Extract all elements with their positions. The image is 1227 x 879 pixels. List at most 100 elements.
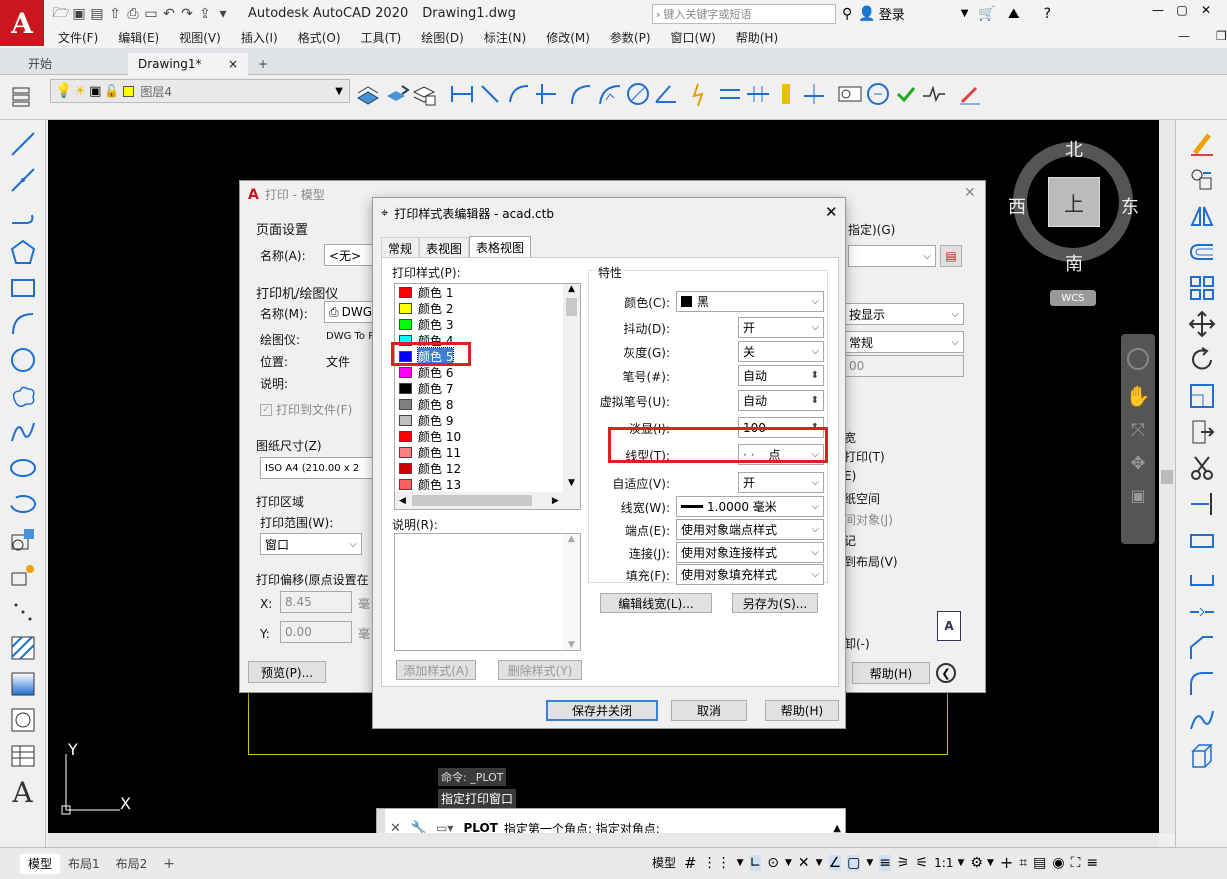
tab-start[interactable]: 开始 bbox=[18, 53, 128, 75]
viewcube-west[interactable]: 西 bbox=[1008, 193, 1026, 219]
quality-combo[interactable]: 常规 ⌵ bbox=[844, 331, 964, 353]
diameter-dim-icon[interactable] bbox=[624, 79, 652, 109]
polygon-icon[interactable] bbox=[5, 234, 41, 270]
menu-item-7[interactable]: 标注(N) bbox=[484, 29, 526, 46]
doc-minimize-icon[interactable]: — bbox=[1178, 29, 1196, 43]
doc-restore-icon[interactable]: ❐ bbox=[1216, 29, 1227, 43]
mirror-icon[interactable] bbox=[1184, 198, 1220, 234]
baseline-dim-icon[interactable] bbox=[716, 79, 744, 109]
right-spec-combo[interactable]: ⌵ bbox=[848, 245, 936, 267]
menu-item-11[interactable]: 帮助(H) bbox=[736, 29, 778, 46]
plot-styles-list[interactable]: 颜色 1 颜色 2 颜色 3 颜色 4 颜色 5 颜色 6 颜色 7 颜色 8 颜色 9 颜色 1… bbox=[394, 283, 581, 510]
tab-close-icon[interactable]: × bbox=[228, 57, 238, 71]
quick-properties-icon[interactable]: ▤ bbox=[1033, 855, 1046, 871]
preview-button[interactable]: 预览(P)... bbox=[248, 661, 326, 683]
snap-dropdown-icon[interactable]: ▼ bbox=[737, 858, 744, 868]
ellipse-icon[interactable] bbox=[5, 450, 41, 486]
scroll-right-icon[interactable]: ▶ bbox=[552, 496, 559, 506]
fillet-icon[interactable] bbox=[1184, 666, 1220, 702]
edit-lineweight-button[interactable]: 编辑线宽(L)... bbox=[600, 593, 712, 613]
break-at-point-icon[interactable] bbox=[1184, 522, 1220, 558]
display-combo[interactable]: 按显示 ⌵ bbox=[844, 303, 964, 325]
undo-icon[interactable]: ↶ bbox=[160, 5, 178, 23]
point-icon[interactable] bbox=[5, 594, 41, 630]
close-icon[interactable]: ✕ bbox=[1194, 3, 1218, 17]
region-icon[interactable] bbox=[5, 702, 41, 738]
break-icon[interactable] bbox=[1184, 558, 1220, 594]
annotation-monitor-icon[interactable]: + bbox=[1000, 853, 1013, 872]
scroll-up-icon[interactable]: ▲ bbox=[563, 284, 580, 298]
desc-scroll-up-icon[interactable]: ▲ bbox=[563, 534, 580, 544]
chevron-down-icon[interactable]: ⌵ bbox=[811, 501, 819, 512]
chevron-down-icon[interactable]: ⌵ bbox=[811, 296, 819, 307]
a360-icon[interactable]: ⛰ bbox=[1008, 6, 1020, 22]
login-dropdown-icon[interactable]: ▼ bbox=[961, 8, 969, 19]
page-setup-combo[interactable]: <无> bbox=[324, 244, 374, 266]
spline-icon[interactable] bbox=[5, 414, 41, 450]
customize-icon[interactable]: ▾ bbox=[214, 5, 232, 23]
polar-dropdown-icon[interactable]: ▼ bbox=[785, 858, 792, 868]
arc-length-icon[interactable] bbox=[504, 79, 532, 109]
plot-dialog-close-icon[interactable]: ✕ bbox=[964, 185, 976, 201]
scroll-hthumb[interactable] bbox=[411, 495, 532, 506]
linear-dim-icon[interactable] bbox=[448, 79, 476, 109]
binoculars-icon[interactable]: ⚲ bbox=[842, 6, 852, 22]
ordinate-dim-icon[interactable] bbox=[532, 79, 560, 109]
prop-field-8[interactable]: 1.0000 毫米 ⌵ bbox=[676, 496, 824, 517]
layer-previous-icon[interactable] bbox=[382, 79, 410, 109]
angular-dim-icon[interactable] bbox=[652, 79, 680, 109]
user-icon[interactable]: 👤 bbox=[858, 6, 875, 22]
layout-tab-0[interactable]: 模型 bbox=[20, 853, 61, 874]
viewcube-north[interactable]: 北 bbox=[1065, 136, 1083, 162]
clean-screen-icon[interactable]: ⛶ bbox=[1071, 855, 1081, 871]
layer-properties-icon[interactable] bbox=[8, 81, 36, 111]
prop-field-3[interactable]: 自动 ⬍ bbox=[738, 365, 824, 386]
layer-state-icon[interactable] bbox=[410, 79, 438, 109]
plot-style-row[interactable]: 颜色 13 bbox=[395, 476, 563, 492]
arc-icon[interactable] bbox=[5, 306, 41, 342]
cart-icon[interactable]: 🛒 bbox=[978, 6, 995, 22]
offset-y-field[interactable]: 0.00 bbox=[280, 621, 352, 643]
offset-x-field[interactable]: 8.45 bbox=[280, 591, 352, 613]
tab-drawing1[interactable]: Drawing1* × bbox=[128, 52, 248, 75]
viewcube-top-face[interactable]: 上 bbox=[1048, 177, 1100, 227]
gradient-icon[interactable] bbox=[5, 666, 41, 702]
dpi-field[interactable]: 00 bbox=[844, 355, 964, 377]
menu-item-6[interactable]: 绘图(D) bbox=[421, 29, 464, 46]
viewcube-east[interactable]: 东 bbox=[1121, 193, 1139, 219]
osnap-icon[interactable]: ▢ bbox=[847, 854, 861, 871]
style-editor-close-icon[interactable]: ✕ bbox=[825, 203, 838, 221]
menu-item-2[interactable]: 视图(V) bbox=[179, 29, 221, 46]
lineweight-icon[interactable]: ≡ bbox=[879, 854, 892, 871]
plot-style-row[interactable]: 颜色 2 bbox=[395, 300, 563, 316]
open-folder-icon[interactable]: 🗁 bbox=[52, 5, 70, 23]
orbit-icon[interactable]: ✥ bbox=[1130, 453, 1145, 474]
tab-general[interactable]: 常规 bbox=[381, 236, 420, 259]
add-style-button[interactable]: 添加样式(A) bbox=[396, 660, 476, 680]
steering-wheel-icon[interactable] bbox=[1127, 348, 1149, 370]
delete-style-button[interactable]: 删除样式(Y) bbox=[498, 660, 582, 680]
tab-form-view[interactable]: 表格视图 bbox=[469, 236, 532, 259]
app-logo[interactable]: A bbox=[0, 0, 44, 46]
page-setup-properties-button[interactable]: ▤ bbox=[940, 245, 962, 267]
prop-field-2[interactable]: 关 ⌵ bbox=[738, 341, 824, 362]
polyline-icon[interactable] bbox=[5, 198, 41, 234]
search-box[interactable]: › 键入关键字或短语 bbox=[652, 4, 836, 24]
plot-preview-icon[interactable]: ▭ bbox=[142, 5, 160, 23]
styles-vscroll[interactable]: ▲ ▼ bbox=[563, 284, 580, 492]
paper-size-combo[interactable]: ISO A4 (210.00 x 2 bbox=[260, 457, 374, 479]
chevron-down-icon[interactable]: ⌵ bbox=[811, 547, 819, 558]
jogged-linear-icon[interactable] bbox=[920, 79, 948, 109]
construction-line-icon[interactable] bbox=[5, 162, 41, 198]
isolate-objects-icon[interactable]: ◉ bbox=[1052, 855, 1064, 871]
save-icon[interactable]: ▣ bbox=[70, 5, 88, 23]
save-as-icon[interactable]: ▤ bbox=[88, 5, 106, 23]
continue-dim-icon[interactable] bbox=[744, 79, 772, 109]
tolerance-icon[interactable] bbox=[836, 79, 864, 109]
prop-field-10[interactable]: 使用对象连接样式 ⌵ bbox=[676, 542, 824, 563]
rotate-icon[interactable] bbox=[1184, 342, 1220, 378]
chevron-down-icon[interactable]: ⌵ bbox=[811, 322, 819, 333]
blend-curves-icon[interactable] bbox=[1184, 702, 1220, 738]
iso-dropdown-icon[interactable]: ▼ bbox=[816, 858, 823, 868]
prop-field-1[interactable]: 开 ⌵ bbox=[738, 317, 824, 338]
